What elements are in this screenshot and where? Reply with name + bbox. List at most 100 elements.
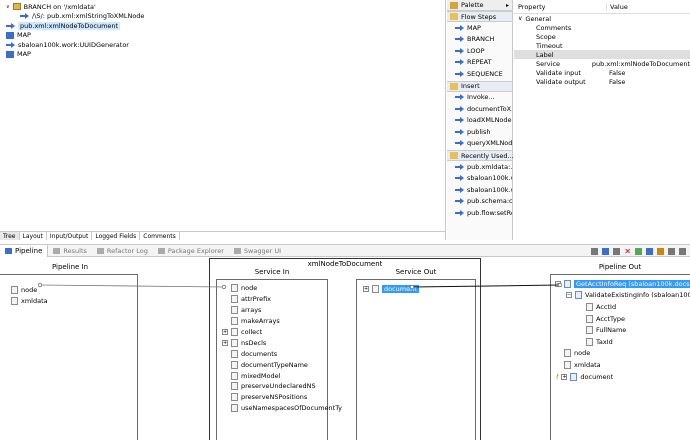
palette-item[interactable]: loadXMLNode (447, 115, 512, 127)
palette-item[interactable]: pub.xmldata:... (447, 161, 512, 173)
folder-icon (450, 152, 458, 159)
collapse-icon: ∨ (518, 15, 523, 22)
toolbar-icon-5[interactable] (646, 248, 653, 255)
editor-tab[interactable]: Comments (140, 232, 180, 240)
toolbar-icon-4[interactable] (635, 248, 642, 255)
flow-step[interactable]: pub.xml:xmlNodeToDocument (0, 21, 445, 31)
properties-rows: Comments Scope Timeout Label Service pub.xml:… (514, 23, 690, 86)
palette-item[interactable]: pub.schema:cr... (447, 196, 512, 208)
palette-section-header[interactable]: Flow Steps (447, 11, 512, 22)
step-icon (455, 70, 464, 77)
link-node-to-node[interactable] (39, 284, 225, 288)
step-icon (455, 198, 464, 205)
palette-item[interactable]: sbaloan100k.w... (447, 184, 512, 196)
tab-icon (157, 248, 165, 254)
property-row[interactable]: Comments (514, 23, 690, 32)
link-document-end-handle[interactable] (557, 282, 563, 288)
bottom-tab-label: Results (63, 247, 87, 255)
step-icon (455, 47, 464, 54)
property-row[interactable]: Service pub.xml:xmlNodeToDocument (514, 59, 690, 68)
palette-section-header[interactable]: Insert (447, 80, 512, 92)
properties-group-general[interactable]: ∨ General (514, 14, 690, 23)
toolbar-icon-1[interactable] (591, 248, 599, 255)
property-name: Service (536, 59, 561, 68)
palette-item-label: REPEAT (467, 58, 492, 67)
flow-step[interactable]: MAP (0, 50, 445, 60)
flow-step-label: BRANCH on '/xmldata' (23, 2, 96, 11)
property-row[interactable]: Validate output False (514, 77, 690, 86)
palette-item[interactable]: BRANCH (447, 34, 512, 46)
palette-item[interactable]: SEQUENCE (447, 68, 512, 80)
bottom-tab-label: Package Explorer (167, 247, 224, 255)
property-row[interactable]: Scope (514, 32, 690, 41)
palette-section-header[interactable]: Recently Used... (447, 150, 514, 161)
pipeline-area: Pipeline In node xmldata xmlNodeToDocumen… (0, 258, 690, 440)
palette-item[interactable]: documentToX... (447, 103, 512, 115)
toolbar-icon-6[interactable] (657, 248, 664, 255)
palette-item-label: sbaloan100k.w... (467, 185, 512, 194)
toolbar-icon-2[interactable] (602, 248, 610, 255)
property-row[interactable]: Validate input False (514, 68, 690, 77)
palette-section-title: Insert (461, 82, 480, 90)
property-value[interactable]: False (606, 69, 625, 77)
property-name: Scope (536, 32, 556, 41)
editor-tab[interactable]: Input/Output (47, 232, 93, 240)
step-icon (455, 140, 464, 147)
link-document-to-request[interactable] (411, 284, 561, 288)
palette-collapse-icon[interactable]: ▸ (506, 2, 509, 9)
property-name: Comments (536, 23, 572, 32)
palette-item[interactable]: Invoke... (447, 92, 512, 104)
property-name: Timeout (536, 41, 563, 50)
editor-tab[interactable]: Logged Fields (92, 232, 141, 240)
palette-icon (450, 1, 458, 9)
property-row[interactable]: Label (514, 50, 690, 59)
bottom-tab-label: Refactor Log (106, 247, 148, 255)
flow-step[interactable]: MAP (0, 31, 445, 41)
property-row[interactable]: Timeout (514, 41, 690, 50)
palette-item[interactable]: pub.flow:setRe... (447, 207, 512, 219)
map-icon (6, 31, 14, 39)
bottom-tab[interactable]: Package Explorer (153, 245, 229, 257)
palette-item-label: documentToX... (467, 104, 512, 113)
step-icon (455, 59, 464, 66)
flow-step[interactable]: /\S/: pub.xml:xmlStringToXMLNode (0, 12, 445, 22)
bottom-tab[interactable]: Results (48, 245, 91, 257)
toolbar-icon-7[interactable] (668, 248, 675, 255)
flow-step[interactable]: ∨ BRANCH on '/xmldata' (0, 2, 445, 12)
property-value[interactable]: pub.xml:xmlNodeToDocument (589, 60, 690, 68)
link-document-start-handle[interactable] (409, 284, 415, 290)
property-name: Validate output (536, 77, 586, 86)
flow-step-label: sbaloan100k.work:UUIDGenerator (18, 40, 129, 49)
step-icon (455, 163, 464, 170)
bottom-tab[interactable]: Pipeline (0, 245, 49, 257)
palette-item[interactable]: sbaloan100k.w... (447, 173, 512, 185)
palette-header[interactable]: Palette ▸ (447, 0, 512, 11)
link-node-start-handle[interactable] (37, 282, 43, 288)
palette-item[interactable]: MAP (447, 22, 512, 34)
palette-item[interactable]: REPEAT (447, 57, 512, 69)
palette-item-label: publish (467, 127, 491, 136)
editor-tab[interactable]: Tree (0, 232, 20, 240)
palette-section-title: Recently Used... (461, 151, 514, 160)
palette-item[interactable]: queryXMLNode (447, 138, 512, 150)
property-name: Label (536, 50, 554, 59)
palette-item-label: queryXMLNode (467, 139, 512, 148)
bottom-tab[interactable]: Swagger UI (229, 245, 286, 257)
toolbar-icon-3[interactable] (613, 248, 621, 255)
palette-item-label: pub.schema:cr... (467, 197, 512, 206)
toolbar-delete-icon[interactable]: ✕ (624, 247, 631, 256)
flow-step[interactable]: sbaloan100k.work:UUIDGenerator (0, 40, 445, 50)
palette-item-label: MAP (467, 23, 481, 32)
link-node-end-handle[interactable] (221, 284, 227, 290)
tab-icon (53, 248, 61, 254)
editor-tab[interactable]: Layout (20, 232, 47, 240)
flow-step-label: pub.xml:xmlNodeToDocument (18, 21, 121, 30)
property-value[interactable]: False (606, 78, 625, 86)
expand-arrow-icon[interactable]: ∨ (6, 4, 10, 10)
toolbar-icon-8[interactable] (679, 248, 686, 255)
palette-item[interactable]: LOOP (447, 45, 512, 57)
palette-item[interactable]: publish (447, 126, 512, 138)
flow-editor: ∨ BRANCH on '/xmldata'/\S/: pub.xml:xmlSt… (0, 0, 446, 240)
invoke-icon (6, 22, 15, 29)
bottom-tab[interactable]: Refactor Log (92, 245, 153, 257)
